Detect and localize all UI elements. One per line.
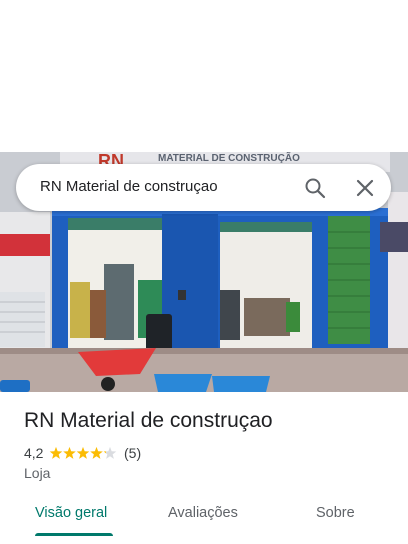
search-query-text[interactable]: RN Material de construçao: [40, 178, 218, 195]
close-icon[interactable]: [355, 178, 375, 198]
tab-about[interactable]: Sobre: [316, 505, 355, 521]
active-tab-indicator: [35, 533, 113, 536]
star-icon: [90, 446, 103, 459]
review-count[interactable]: (5): [124, 445, 141, 461]
tab-overview[interactable]: Visão geral: [35, 505, 107, 521]
place-title: RN Material de construçao: [24, 409, 273, 432]
sign-text: MATERIAL DE CONSTRUÇÃO: [158, 152, 300, 164]
star-icon: [63, 446, 76, 459]
star-icon: [76, 446, 90, 459]
place-category: Loja: [24, 465, 51, 481]
star-icon: [103, 446, 117, 459]
tab-reviews[interactable]: Avaliações: [168, 505, 238, 521]
search-bar[interactable]: RN Material de construçao: [16, 164, 391, 211]
star-icon: [49, 446, 63, 459]
search-icon[interactable]: [304, 177, 326, 199]
rating-value: 4,2: [24, 445, 44, 461]
